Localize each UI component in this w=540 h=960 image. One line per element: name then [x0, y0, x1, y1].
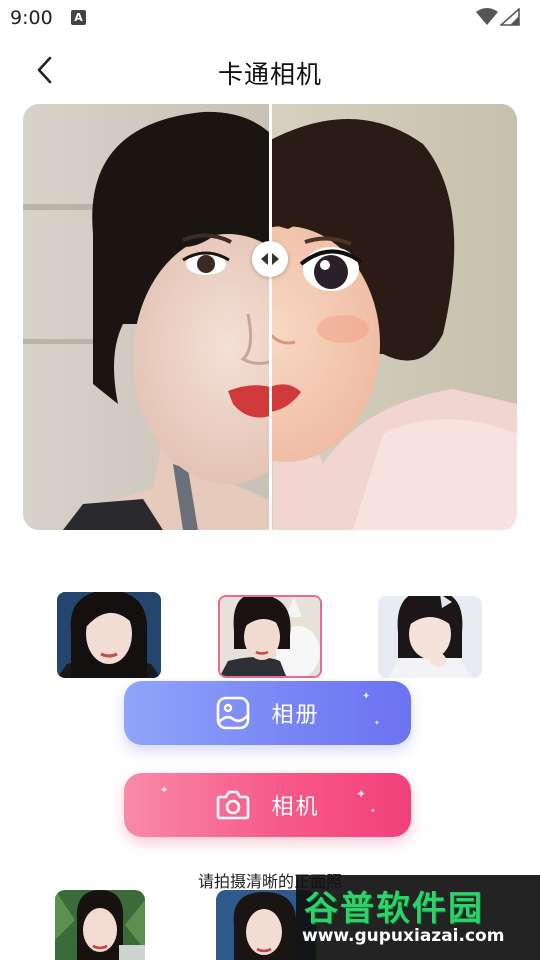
camera-button-label: 相机 — [271, 795, 320, 820]
before-after-comparison[interactable] — [23, 104, 517, 530]
sample-photo — [378, 596, 482, 678]
status-bar: 9:00 A — [0, 0, 540, 36]
sparkle-decoration: ✦ — [374, 719, 382, 727]
sample-photo — [220, 597, 320, 676]
watermark: 谷普软件园 www.gupuxiazai.com — [296, 875, 540, 960]
sparkle-decoration: ✦ — [160, 785, 171, 796]
gallery-icon — [217, 696, 250, 730]
camera-button[interactable]: ✦ ✦ ✦ 相机 — [124, 773, 411, 837]
sample-thumbnail[interactable] — [378, 596, 482, 678]
page-title: 卡通相机 — [217, 60, 322, 89]
sample-photo — [57, 592, 161, 678]
sparkle-decoration: ✦ — [370, 807, 378, 815]
sample-thumbnail[interactable] — [57, 592, 161, 678]
status-time: 9:00 — [10, 7, 53, 29]
sample-thumbnail-selected[interactable] — [218, 595, 322, 678]
wifi-icon — [476, 8, 498, 25]
example-photo-image — [55, 890, 145, 960]
page: 9:00 A 卡通相机 ✦ ✦ 相册 ✦ ✦ ✦ 相机 请拍摄清晰的正面照 谷普… — [0, 0, 540, 960]
signal-icon — [500, 8, 520, 26]
example-photo — [55, 890, 145, 960]
sparkle-decoration: ✦ — [356, 787, 369, 801]
header: 卡通相机 — [0, 44, 540, 96]
album-button[interactable]: ✦ ✦ 相册 — [124, 681, 411, 745]
notification-icon: A — [71, 10, 86, 25]
camera-icon — [217, 790, 250, 820]
watermark-logo: 谷普软件园 — [304, 889, 484, 929]
compare-slider-handle[interactable] — [252, 241, 288, 277]
split-arrows-icon — [261, 253, 279, 265]
album-button-label: 相册 — [271, 703, 320, 728]
sparkle-decoration: ✦ — [362, 691, 373, 702]
watermark-url: www.gupuxiazai.com — [302, 926, 505, 946]
comparison-image — [23, 104, 517, 530]
